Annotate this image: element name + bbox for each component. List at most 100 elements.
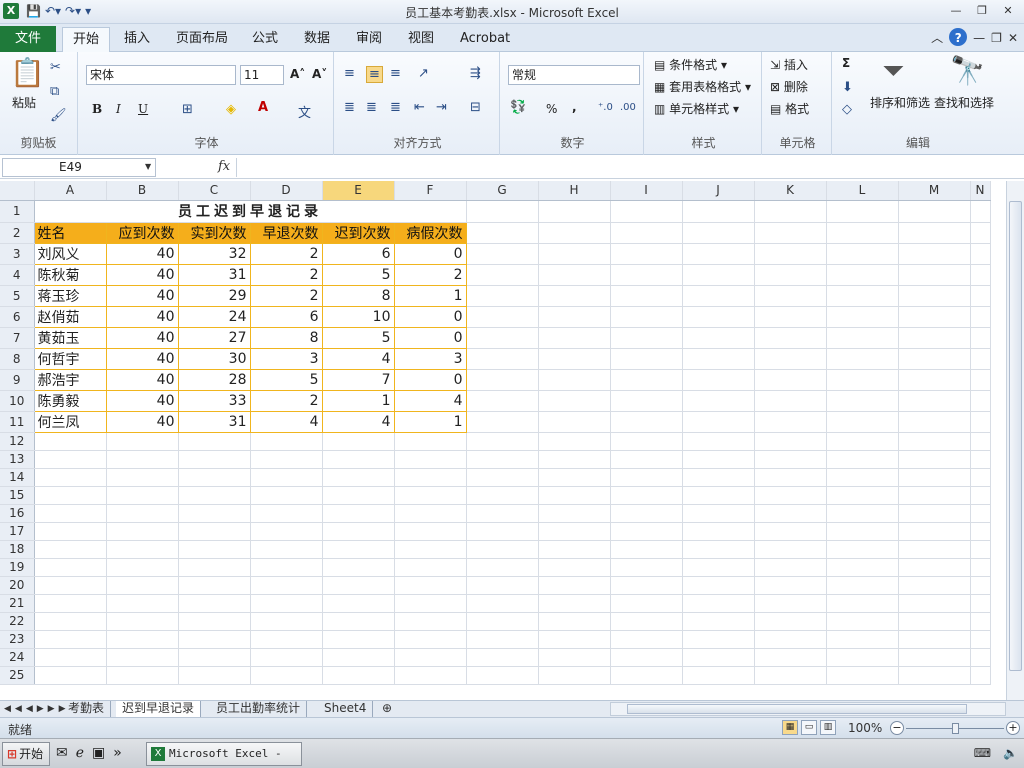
header-cell[interactable]: 病假次数	[394, 222, 467, 244]
underline-button[interactable]: U	[138, 102, 148, 116]
cell[interactable]	[898, 594, 971, 613]
insert-function-icon[interactable]: fx	[218, 159, 230, 174]
data-cell[interactable]: 24	[178, 306, 251, 328]
column-header[interactable]: I	[610, 181, 683, 201]
cell[interactable]	[178, 648, 251, 667]
cell[interactable]	[682, 630, 755, 649]
cell[interactable]	[682, 504, 755, 523]
cell[interactable]	[394, 666, 467, 685]
cell[interactable]	[538, 306, 611, 328]
cell[interactable]	[466, 411, 539, 433]
data-cell[interactable]: 郝浩宇	[34, 369, 107, 391]
cell[interactable]	[322, 666, 395, 685]
cell[interactable]	[466, 486, 539, 505]
row-header[interactable]: 13	[0, 450, 35, 469]
sort-filter-button[interactable]: 排序和筛选	[870, 94, 930, 111]
taskbar-excel-window[interactable]: X Microsoft Excel - ...	[146, 742, 302, 766]
cell[interactable]	[538, 486, 611, 505]
data-cell[interactable]: 5	[322, 264, 395, 286]
cell[interactable]	[250, 522, 323, 541]
cell[interactable]	[34, 558, 107, 577]
header-cell[interactable]: 应到次数	[106, 222, 179, 244]
cell[interactable]	[898, 411, 971, 433]
tab-review[interactable]: 审阅	[346, 27, 392, 52]
cell[interactable]	[754, 540, 827, 559]
cell[interactable]	[34, 504, 107, 523]
sort-filter-icon[interactable]: ⏷	[882, 54, 904, 88]
cell[interactable]	[106, 576, 179, 595]
doc-close-icon[interactable]: ✕	[1008, 28, 1018, 48]
row-header[interactable]: 15	[0, 486, 35, 505]
find-select-button[interactable]: 查找和选择	[934, 94, 994, 111]
bold-button[interactable]: B	[92, 102, 102, 116]
cell[interactable]	[610, 594, 683, 613]
data-cell[interactable]: 2	[250, 264, 323, 286]
cell[interactable]	[754, 594, 827, 613]
data-cell[interactable]: 40	[106, 369, 179, 391]
cell[interactable]	[682, 222, 755, 244]
cell[interactable]	[106, 648, 179, 667]
row-header[interactable]: 2	[0, 222, 35, 244]
decrease-indent-icon[interactable]: ⇤	[414, 100, 425, 115]
cell[interactable]	[538, 327, 611, 349]
cell[interactable]	[538, 450, 611, 469]
format-cells-button[interactable]: ▤ 格式	[770, 100, 809, 117]
cell[interactable]	[466, 369, 539, 391]
zoom-in-icon[interactable]: +	[1006, 721, 1020, 735]
data-cell[interactable]: 40	[106, 243, 179, 265]
cell[interactable]	[34, 576, 107, 595]
cell[interactable]	[250, 450, 323, 469]
cell[interactable]	[970, 504, 991, 523]
cell[interactable]	[250, 666, 323, 685]
data-cell[interactable]: 5	[322, 327, 395, 349]
increase-decimal-icon[interactable]: ⁺.0	[598, 102, 613, 113]
cell[interactable]	[898, 486, 971, 505]
data-cell[interactable]: 1	[394, 285, 467, 307]
data-cell[interactable]: 6	[322, 243, 395, 265]
cell[interactable]	[682, 594, 755, 613]
cell[interactable]	[610, 468, 683, 487]
align-middle-icon[interactable]: ≡	[366, 66, 383, 83]
cell[interactable]	[826, 450, 899, 469]
column-header[interactable]: N	[970, 181, 991, 201]
cell[interactable]	[682, 411, 755, 433]
cell[interactable]	[466, 594, 539, 613]
cell[interactable]	[466, 243, 539, 265]
data-cell[interactable]: 40	[106, 306, 179, 328]
cell[interactable]	[538, 285, 611, 307]
cell[interactable]	[538, 432, 611, 451]
data-cell[interactable]: 1	[394, 411, 467, 433]
cell[interactable]	[322, 540, 395, 559]
data-cell[interactable]: 1	[322, 390, 395, 412]
data-cell[interactable]: 黄茹玉	[34, 327, 107, 349]
data-cell[interactable]: 何哲宇	[34, 348, 107, 370]
tab-data[interactable]: 数据	[294, 27, 340, 52]
header-cell[interactable]: 迟到次数	[322, 222, 395, 244]
name-box[interactable]: E49	[2, 158, 156, 177]
cell[interactable]	[250, 468, 323, 487]
cell[interactable]	[970, 200, 991, 223]
format-as-table-button[interactable]: ▦ 套用表格格式 ▾	[654, 78, 751, 95]
row-header[interactable]: 6	[0, 306, 35, 328]
cell[interactable]	[754, 666, 827, 685]
cell[interactable]	[898, 522, 971, 541]
cell[interactable]	[178, 630, 251, 649]
cell[interactable]	[538, 369, 611, 391]
cell[interactable]	[826, 486, 899, 505]
cell[interactable]	[682, 558, 755, 577]
row-header[interactable]: 19	[0, 558, 35, 577]
cell[interactable]	[610, 222, 683, 244]
more-icon[interactable]: »	[113, 745, 122, 761]
tab-acrobat[interactable]: Acrobat	[450, 27, 520, 52]
cell[interactable]	[682, 264, 755, 286]
data-cell[interactable]: 4	[394, 390, 467, 412]
increase-indent-icon[interactable]: ⇥	[436, 100, 447, 115]
cell[interactable]	[826, 243, 899, 265]
row-header[interactable]: 5	[0, 285, 35, 307]
cell[interactable]	[970, 648, 991, 667]
zoom-out-icon[interactable]: −	[890, 721, 904, 735]
column-header[interactable]: K	[754, 181, 827, 201]
cell[interactable]	[898, 348, 971, 370]
cell[interactable]	[826, 327, 899, 349]
data-cell[interactable]: 4	[322, 411, 395, 433]
